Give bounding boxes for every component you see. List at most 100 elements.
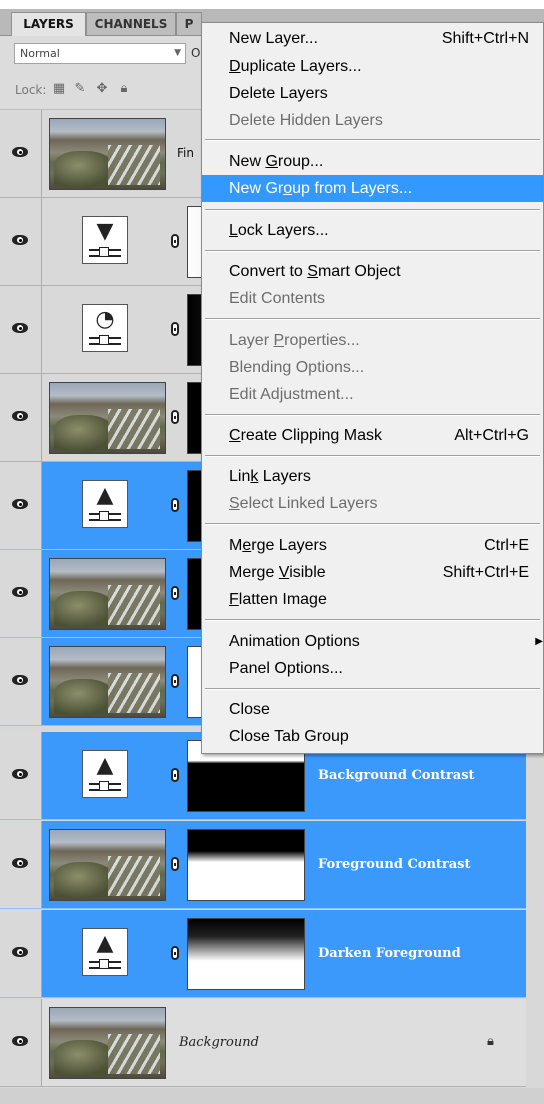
menu-label: Layer Properties... bbox=[229, 332, 360, 349]
menu-label: Lock Layers... bbox=[229, 222, 329, 239]
eye-icon bbox=[12, 411, 28, 421]
menu-label: New Group from Layers... bbox=[229, 180, 413, 197]
menu-item-close[interactable]: Close bbox=[202, 696, 543, 723]
menu-item-link-layers[interactable]: Link Layers bbox=[202, 463, 543, 490]
menu-separator bbox=[205, 414, 540, 416]
chevron-down-icon: ▼ bbox=[174, 48, 181, 58]
menu-label: Delete Hidden Layers bbox=[229, 112, 383, 129]
eye-icon bbox=[12, 147, 28, 157]
menu-label: Merge Layers bbox=[229, 537, 327, 554]
layer-row[interactable]: Foreground Contrast bbox=[0, 821, 526, 909]
layer-row[interactable]: ▲ Darken Foreground bbox=[0, 910, 526, 998]
visibility-toggle[interactable] bbox=[0, 999, 42, 1086]
lock-all-icon[interactable]: 🔒︎ bbox=[117, 82, 131, 96]
eye-icon bbox=[12, 499, 28, 509]
menu-item-delete-layers[interactable]: Delete Layers bbox=[202, 80, 543, 107]
layer-mask-thumbnail bbox=[187, 918, 305, 990]
visibility-toggle[interactable] bbox=[0, 286, 42, 373]
menu-label: Create Clipping Mask bbox=[229, 427, 382, 444]
layer-name: Background Contrast bbox=[318, 768, 475, 783]
menu-item-lock-layers[interactable]: Lock Layers... bbox=[202, 217, 543, 244]
levels-icon: ▲ bbox=[82, 928, 128, 976]
layer-row[interactable]: Background 🔒︎ bbox=[0, 999, 526, 1087]
menu-label: Convert to Smart Object bbox=[229, 263, 401, 280]
visibility-toggle[interactable] bbox=[0, 732, 42, 819]
layer-name: Darken Foreground bbox=[318, 946, 461, 961]
lock-transparent-icon[interactable]: ▦ bbox=[52, 82, 66, 96]
menu-item-merge-visible[interactable]: Merge Visible Shift+Ctrl+E bbox=[202, 559, 543, 586]
menu-label: Edit Adjustment... bbox=[229, 386, 354, 403]
link-chain-icon[interactable] bbox=[171, 498, 179, 512]
menu-separator bbox=[205, 209, 540, 211]
levels-icon: ▲ bbox=[82, 750, 128, 798]
menu-item-blending-options: Blending Options... bbox=[202, 354, 543, 381]
menu-item-select-linked-layers: Select Linked Layers bbox=[202, 490, 543, 517]
menu-item-edit-adjustment: Edit Adjustment... bbox=[202, 381, 543, 408]
eye-icon bbox=[12, 675, 28, 685]
visibility-toggle[interactable] bbox=[0, 374, 42, 461]
menu-label: Edit Contents bbox=[229, 290, 326, 307]
link-chain-icon[interactable] bbox=[171, 857, 179, 871]
eye-icon bbox=[12, 1036, 28, 1046]
menu-label: Blending Options... bbox=[229, 359, 365, 376]
layer-name: Foreground Contrast bbox=[318, 857, 471, 872]
menu-item-layer-properties: Layer Properties... bbox=[202, 327, 543, 354]
visibility-toggle[interactable] bbox=[0, 550, 42, 637]
menu-separator bbox=[205, 250, 540, 252]
menu-item-convert-to-smart-object[interactable]: Convert to Smart Object bbox=[202, 258, 543, 285]
tab-paths[interactable]: P bbox=[176, 12, 202, 35]
layer-mask-thumbnail bbox=[187, 829, 305, 901]
lock-label: Lock: bbox=[15, 83, 47, 97]
link-chain-icon[interactable] bbox=[171, 322, 179, 336]
layer-thumbnail bbox=[49, 1007, 166, 1079]
layer-thumbnail bbox=[49, 558, 166, 630]
menu-item-new-layer[interactable]: New Layer... Shift+Ctrl+N bbox=[202, 25, 543, 52]
menu-item-close-tab-group[interactable]: Close Tab Group bbox=[202, 723, 543, 750]
link-chain-icon[interactable] bbox=[171, 674, 179, 688]
menu-shortcut: Alt+Ctrl+G bbox=[454, 427, 529, 444]
lock-icon: 🔒︎ bbox=[487, 1034, 494, 1049]
menu-separator bbox=[205, 619, 540, 621]
tab-layers[interactable]: LAYERS bbox=[11, 12, 86, 36]
lock-position-icon[interactable]: ✥ bbox=[95, 82, 109, 96]
layer-thumbnail bbox=[49, 829, 166, 901]
menu-item-flatten-image[interactable]: Flatten Image bbox=[202, 586, 543, 613]
visibility-toggle[interactable] bbox=[0, 910, 42, 997]
visibility-toggle[interactable] bbox=[0, 821, 42, 908]
eye-icon bbox=[12, 587, 28, 597]
menu-separator bbox=[205, 318, 540, 320]
menu-separator bbox=[205, 139, 540, 141]
menu-label: Flatten Image bbox=[229, 591, 327, 608]
menu-separator bbox=[205, 688, 540, 690]
menu-item-new-group[interactable]: New Group... bbox=[202, 148, 543, 175]
eye-icon bbox=[12, 769, 28, 779]
visibility-toggle[interactable] bbox=[0, 638, 42, 725]
menu-item-merge-layers[interactable]: Merge Layers Ctrl+E bbox=[202, 532, 543, 559]
menu-label: New Layer... bbox=[229, 30, 318, 47]
layer-thumbnail bbox=[49, 118, 166, 190]
blend-mode-select[interactable]: Normal ▼ bbox=[14, 43, 186, 64]
menu-item-duplicate-layers[interactable]: Duplicate Layers... bbox=[202, 53, 543, 80]
menu-item-animation-options[interactable]: Animation Options ▶ bbox=[202, 628, 543, 655]
menu-item-create-clipping-mask[interactable]: Create Clipping Mask Alt+Ctrl+G bbox=[202, 422, 543, 449]
menu-label: Close Tab Group bbox=[229, 728, 349, 745]
menu-item-edit-contents: Edit Contents bbox=[202, 285, 543, 312]
visibility-toggle[interactable] bbox=[0, 198, 42, 285]
link-chain-icon[interactable] bbox=[171, 768, 179, 782]
menu-shortcut: Shift+Ctrl+E bbox=[442, 564, 529, 581]
visibility-toggle[interactable] bbox=[0, 462, 42, 549]
menu-item-delete-hidden-layers: Delete Hidden Layers bbox=[202, 107, 543, 134]
menu-item-panel-options[interactable]: Panel Options... bbox=[202, 655, 543, 682]
tab-channels[interactable]: CHANNELS bbox=[86, 12, 176, 35]
menu-label: Panel Options... bbox=[229, 660, 343, 677]
exposure-icon: ◔ bbox=[82, 304, 128, 352]
eye-icon bbox=[12, 323, 28, 333]
link-chain-icon[interactable] bbox=[171, 410, 179, 424]
visibility-toggle[interactable] bbox=[0, 110, 42, 197]
menu-item-new-group-from-layers[interactable]: New Group from Layers... bbox=[202, 175, 543, 202]
lock-paint-icon[interactable]: ✎ bbox=[73, 82, 87, 96]
link-chain-icon[interactable] bbox=[171, 234, 179, 248]
menu-label: Link Layers bbox=[229, 468, 311, 485]
link-chain-icon[interactable] bbox=[171, 586, 179, 600]
link-chain-icon[interactable] bbox=[171, 946, 179, 960]
